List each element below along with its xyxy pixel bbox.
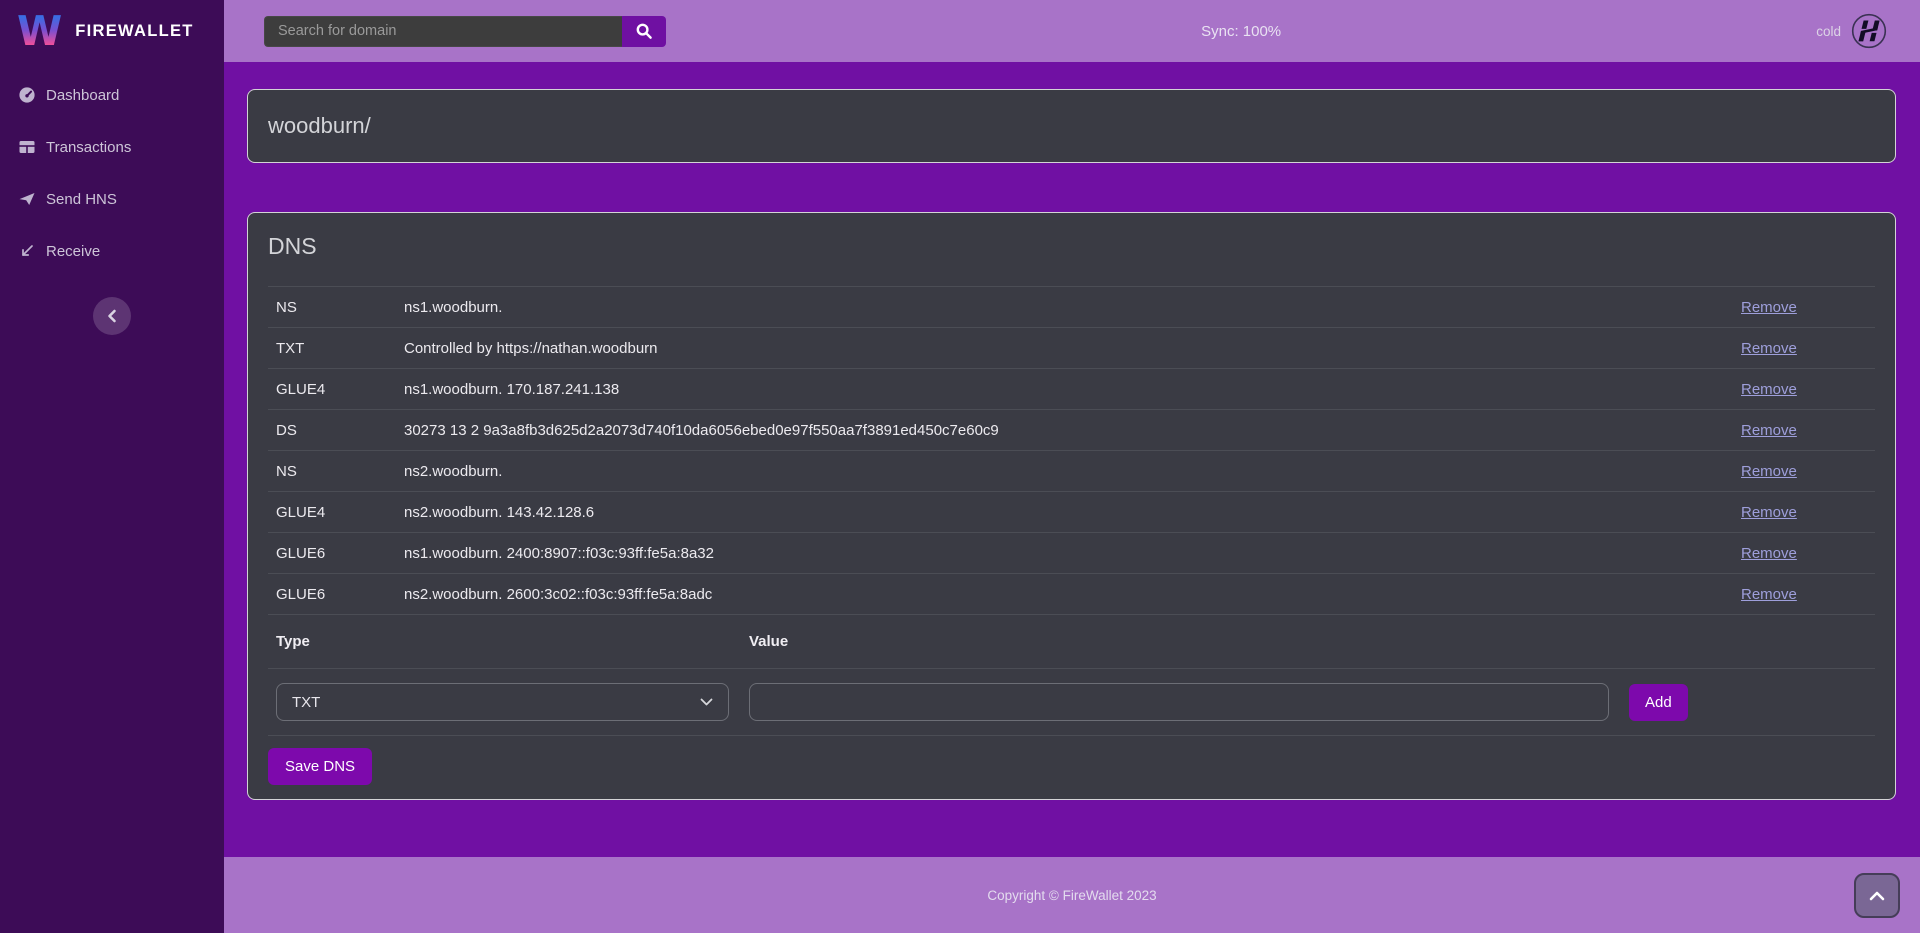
search-input[interactable] bbox=[264, 16, 622, 47]
dns-record-row: GLUE4 ns2.woodburn. 143.42.128.6 Remove bbox=[268, 491, 1875, 532]
footer: Copyright © FireWallet 2023 bbox=[224, 857, 1920, 933]
sidebar-item-transactions[interactable]: Transactions bbox=[18, 130, 224, 164]
topbar: Sync: 100% cold bbox=[224, 0, 1920, 62]
remove-record-link[interactable]: Remove bbox=[1741, 422, 1797, 439]
remove-record-link[interactable]: Remove bbox=[1741, 545, 1797, 562]
record-value: ns2.woodburn. bbox=[404, 463, 1741, 480]
chevron-down-icon bbox=[700, 698, 713, 706]
dns-form-header: Type Value bbox=[268, 614, 1875, 668]
domain-card: woodburn/ bbox=[247, 89, 1896, 163]
wallet-selector: cold bbox=[1816, 13, 1887, 49]
record-value: ns2.woodburn. 2600:3c02::f03c:93ff:fe5a:… bbox=[404, 586, 1741, 603]
record-value: Controlled by https://nathan.woodburn bbox=[404, 340, 1741, 357]
chevron-up-icon bbox=[1869, 891, 1885, 901]
record-type: GLUE6 bbox=[276, 586, 404, 603]
sidebar-collapse-button[interactable] bbox=[93, 297, 131, 335]
dns-record-row: DS 30273 13 2 9a3a8fb3d625d2a2073d740f10… bbox=[268, 409, 1875, 450]
add-record-form: TXT Add bbox=[268, 668, 1875, 736]
record-value-input[interactable] bbox=[749, 683, 1609, 721]
record-value: ns2.woodburn. 143.42.128.6 bbox=[404, 504, 1741, 521]
remove-record-link[interactable]: Remove bbox=[1741, 299, 1797, 316]
record-value: ns1.woodburn. 170.187.241.138 bbox=[404, 381, 1741, 398]
sidebar-item-label: Receive bbox=[46, 243, 100, 260]
remove-record-link[interactable]: Remove bbox=[1741, 586, 1797, 603]
record-type-selected: TXT bbox=[292, 694, 320, 711]
brand[interactable]: W FIREWALLET bbox=[0, 0, 224, 62]
sidebar-item-dashboard[interactable]: Dashboard bbox=[18, 78, 224, 112]
wallet-name: cold bbox=[1816, 24, 1841, 39]
record-type: GLUE6 bbox=[276, 545, 404, 562]
sidebar: W FIREWALLET Dashboard Transactions S bbox=[0, 0, 224, 933]
sidebar-item-send-hns[interactable]: Send HNS bbox=[18, 182, 224, 216]
dns-records-table: NS ns1.woodburn. Remove TXT Controlled b… bbox=[268, 286, 1875, 614]
type-column-header: Type bbox=[276, 633, 749, 650]
search-icon bbox=[635, 22, 653, 40]
record-type: GLUE4 bbox=[276, 381, 404, 398]
table-icon bbox=[18, 138, 36, 156]
domain-search bbox=[264, 16, 666, 47]
firewallet-logo-icon: W bbox=[17, 13, 62, 50]
dns-record-row: NS ns2.woodburn. Remove bbox=[268, 450, 1875, 491]
record-value: ns1.woodburn. 2400:8907::f03c:93ff:fe5a:… bbox=[404, 545, 1741, 562]
scroll-to-top-button[interactable] bbox=[1854, 873, 1900, 918]
sync-status: Sync: 100% bbox=[666, 23, 1816, 40]
remove-record-link[interactable]: Remove bbox=[1741, 463, 1797, 480]
handshake-icon[interactable] bbox=[1851, 13, 1887, 49]
dns-record-row: GLUE4 ns1.woodburn. 170.187.241.138 Remo… bbox=[268, 368, 1875, 409]
dashboard-icon bbox=[18, 86, 36, 104]
sidebar-item-label: Transactions bbox=[46, 139, 131, 156]
search-button[interactable] bbox=[622, 16, 666, 47]
sidebar-menu: Dashboard Transactions Send HNS Receive bbox=[0, 62, 224, 268]
record-type: NS bbox=[276, 299, 404, 316]
record-type: TXT bbox=[276, 340, 404, 357]
add-record-button[interactable]: Add bbox=[1629, 684, 1688, 721]
record-type: DS bbox=[276, 422, 404, 439]
arrow-down-left-icon bbox=[18, 242, 36, 260]
main-column: Sync: 100% cold bbox=[224, 0, 1920, 933]
record-value: 30273 13 2 9a3a8fb3d625d2a2073d740f10da6… bbox=[404, 422, 1741, 439]
remove-record-link[interactable]: Remove bbox=[1741, 504, 1797, 521]
content-area: woodburn/ DNS NS ns1.woodburn. Remove TX… bbox=[224, 62, 1920, 857]
remove-record-link[interactable]: Remove bbox=[1741, 340, 1797, 357]
save-dns-button[interactable]: Save DNS bbox=[268, 748, 372, 785]
record-type: GLUE4 bbox=[276, 504, 404, 521]
paper-plane-icon bbox=[18, 190, 36, 208]
value-column-header: Value bbox=[749, 633, 788, 650]
sidebar-item-label: Dashboard bbox=[46, 87, 119, 104]
dns-record-row: GLUE6 ns2.woodburn. 2600:3c02::f03c:93ff… bbox=[268, 573, 1875, 614]
record-value: ns1.woodburn. bbox=[404, 299, 1741, 316]
app-root: W FIREWALLET Dashboard Transactions S bbox=[0, 0, 1920, 933]
copyright-text: Copyright © FireWallet 2023 bbox=[987, 888, 1156, 903]
dns-record-row: TXT Controlled by https://nathan.woodbur… bbox=[268, 327, 1875, 368]
dns-record-row: NS ns1.woodburn. Remove bbox=[268, 286, 1875, 327]
chevron-left-icon bbox=[107, 309, 117, 323]
sidebar-item-label: Send HNS bbox=[46, 191, 117, 208]
dns-record-row: GLUE6 ns1.woodburn. 2400:8907::f03c:93ff… bbox=[268, 532, 1875, 573]
dns-card: DNS NS ns1.woodburn. Remove TXT Controll… bbox=[247, 212, 1896, 800]
brand-name: FIREWALLET bbox=[75, 22, 193, 41]
record-type-select[interactable]: TXT bbox=[276, 683, 729, 721]
record-type: NS bbox=[276, 463, 404, 480]
dns-heading: DNS bbox=[268, 231, 1875, 286]
remove-record-link[interactable]: Remove bbox=[1741, 381, 1797, 398]
sidebar-item-receive[interactable]: Receive bbox=[18, 234, 224, 268]
domain-title: woodburn/ bbox=[268, 113, 371, 139]
